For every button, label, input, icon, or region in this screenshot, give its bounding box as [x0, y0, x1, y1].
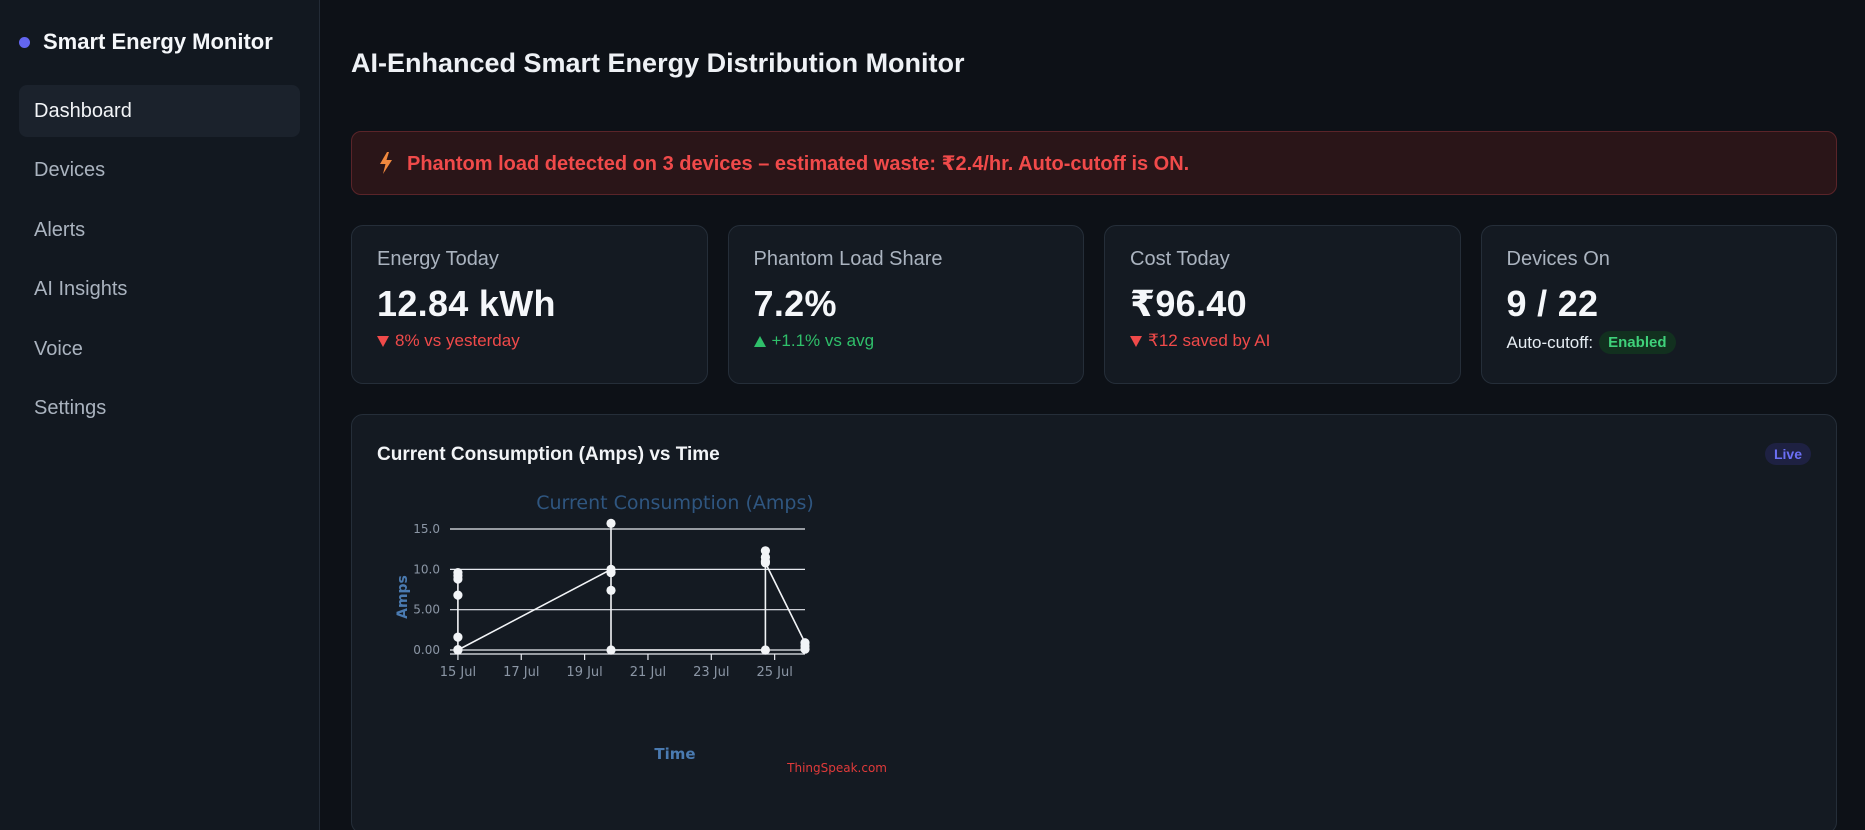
card-delta-text: ₹12 saved by AI	[1148, 331, 1271, 350]
sidebar-nav: Dashboard Devices Alerts AI Insights Voi…	[19, 85, 300, 435]
triangle-down-icon	[377, 335, 389, 347]
chart-x-tick-label: 19 Jul	[566, 665, 602, 680]
phantom-load-alert: Phantom load detected on 3 devices – est…	[351, 131, 1837, 195]
card-delta: 8% vs yesterday	[377, 331, 682, 351]
chart-y-tick-label: 0.00	[413, 643, 440, 657]
stat-cards: Energy Today 12.84 kWh 8% vs yesterday P…	[351, 225, 1837, 384]
alert-text: Phantom load detected on 3 devices – est…	[407, 152, 1190, 175]
chart-x-tick-label: 23 Jul	[693, 665, 729, 680]
card-energy-today: Energy Today 12.84 kWh 8% vs yesterday	[351, 225, 708, 384]
chart-data-point	[760, 558, 771, 568]
sidebar-item-label: Settings	[34, 397, 107, 419]
brand: Smart Energy Monitor	[19, 28, 300, 56]
sidebar-item-voice[interactable]: Voice	[19, 323, 300, 375]
live-badge: Live	[1764, 443, 1811, 465]
card-delta-text: +1.1% vs avg	[771, 331, 875, 350]
sidebar-item-devices[interactable]: Devices	[19, 145, 300, 197]
chart-panel-title: Current Consumption (Amps) vs Time	[377, 444, 720, 465]
card-delta: +1.1% vs avg	[753, 331, 1059, 351]
chart-y-ticks: 0.00 5.00 10.0 15.0	[413, 522, 440, 657]
chart-x-tick-label: 15 Jul	[440, 665, 476, 680]
card-delta-text: 8% vs yesterday	[395, 331, 520, 350]
card-label: Devices On	[1506, 248, 1610, 270]
chart-series-path	[457, 523, 806, 652]
bolt-icon	[380, 152, 392, 174]
sidebar-item-ai-insights[interactable]: AI Insights	[19, 264, 300, 316]
chart-data-point	[606, 645, 616, 655]
chart-series-line	[457, 523, 806, 652]
sidebar-item-alerts[interactable]: Alerts	[19, 204, 300, 256]
card-devices-on: Devices On 9 / 22 Auto-cutoff: Enabled	[1480, 225, 1837, 384]
chart-x-ticks: 15 Jul 17 Jul 19 Jul 21 Jul 23 Jul 25 Jul	[440, 653, 805, 680]
chart-data-point	[760, 645, 771, 655]
chart-data-point	[606, 518, 616, 528]
card-phantom-load-share: Phantom Load Share 7.2% +1.1% vs avg	[727, 225, 1084, 384]
chart-y-tick-label: 10.0	[413, 562, 440, 576]
card-cost-today: Cost Today ₹96.40 ₹12 saved by AI	[1104, 225, 1461, 384]
chart-gridlines	[450, 528, 805, 651]
chart-data-point	[453, 632, 463, 642]
chart-x-tick-label: 17 Jul	[503, 665, 539, 680]
brand-name: Smart Energy Monitor	[43, 29, 273, 54]
card-value: 12.84 kWh	[377, 283, 556, 324]
brand-dot-icon	[19, 36, 30, 48]
sidebar-item-label: Devices	[34, 159, 106, 181]
chart-y-tick-label: 15.0	[413, 522, 440, 536]
sidebar-item-label: Dashboard	[34, 99, 132, 122]
sidebar-item-label: AI Insights	[34, 278, 128, 300]
chart-panel: Current Consumption (Amps) vs Time Live …	[351, 414, 1837, 830]
chart-data-point	[453, 574, 463, 584]
card-label: Energy Today	[377, 248, 499, 270]
autocutoff-row: Auto-cutoff: Enabled	[1507, 331, 1812, 354]
autocutoff-status-badge: Enabled	[1599, 331, 1676, 354]
chart-points	[453, 518, 810, 655]
sidebar: Smart Energy Monitor Dashboard Devices A…	[0, 0, 320, 830]
chart-credit-link[interactable]: ThingSpeak.com	[786, 761, 887, 775]
triangle-down-icon	[1130, 335, 1142, 347]
chart-data-point	[453, 590, 463, 600]
autocutoff-label: Auto-cutoff:	[1506, 332, 1594, 352]
chart-title: Current Consumption (Amps)	[536, 492, 814, 514]
chart-data-point	[606, 567, 616, 578]
card-label: Phantom Load Share	[753, 248, 943, 270]
sidebar-item-label: Alerts	[34, 218, 86, 241]
card-delta: ₹12 saved by AI	[1130, 331, 1435, 351]
chart-x-axis-label: Time	[654, 745, 695, 763]
sidebar-item-dashboard[interactable]: Dashboard	[19, 85, 300, 137]
triangle-up-icon	[753, 335, 766, 347]
chart-y-axis-label: Amps	[395, 575, 411, 619]
card-value: 9 / 22	[1506, 283, 1599, 324]
sidebar-item-settings[interactable]: Settings	[19, 383, 300, 435]
card-value: ₹96.40	[1130, 283, 1247, 324]
card-value: 7.2%	[753, 283, 837, 324]
chart-data-point	[800, 644, 810, 654]
current-consumption-chart: Current Consumption (Amps) Amps Time Thi…	[395, 492, 887, 775]
card-label: Cost Today	[1130, 248, 1230, 270]
chart-x-tick-label: 21 Jul	[630, 665, 666, 680]
page-title: AI-Enhanced Smart Energy Distribution Mo…	[351, 48, 965, 78]
chart-y-tick-label: 5.00	[413, 603, 440, 617]
sidebar-item-label: Voice	[34, 337, 83, 360]
chart-data-point	[453, 645, 463, 655]
chart-data-point	[606, 585, 616, 595]
chart-x-tick-label: 25 Jul	[756, 665, 792, 680]
